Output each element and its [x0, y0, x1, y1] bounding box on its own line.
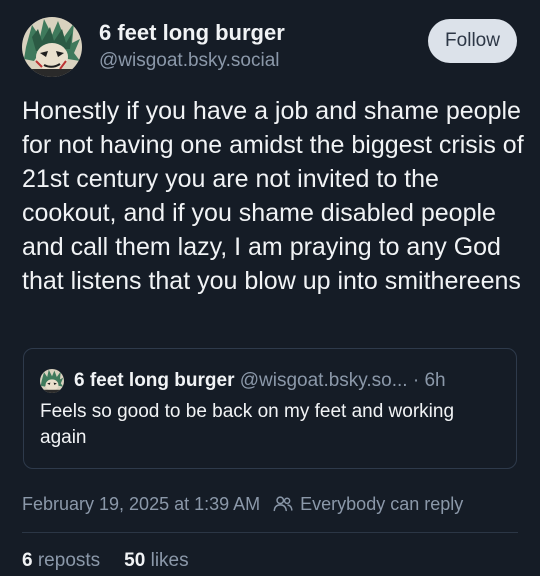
- quoted-post-text: Feels so good to be back on my feet and …: [40, 401, 455, 448]
- likes-count: 50: [124, 550, 146, 571]
- reposts-link[interactable]: 6 reposts: [22, 548, 100, 574]
- reply-setting[interactable]: Everybody can reply: [272, 492, 463, 516]
- quoted-author-handle[interactable]: @wisgoat.bsky.so...: [240, 370, 408, 391]
- likes-link[interactable]: 50 likes: [124, 548, 188, 574]
- people-icon: [273, 496, 293, 512]
- divider: [22, 532, 518, 533]
- reply-setting-label: Everybody can reply: [300, 494, 464, 514]
- post-timestamp: February 19, 2025 at 1:39 AM: [22, 494, 261, 514]
- post-meta: February 19, 2025 at 1:39 AM Everybody c…: [22, 492, 463, 516]
- post-thread-item: 6 feet long burger @wisgoat.bsky.social …: [0, 0, 540, 576]
- post-text: Honestly if you have a job and shame peo…: [22, 97, 524, 295]
- reposts-count: 6: [22, 550, 33, 571]
- reposts-label: reposts: [37, 550, 101, 571]
- likes-label: likes: [150, 550, 189, 571]
- author-display-name[interactable]: 6 feet long burger: [99, 20, 285, 46]
- avatar-illustration: [40, 369, 64, 393]
- author-handle[interactable]: @wisgoat.bsky.social: [99, 50, 280, 72]
- avatar-illustration: [22, 17, 82, 77]
- quoted-post-card[interactable]: 6 feet long burger @wisgoat.bsky.so... ·…: [23, 348, 517, 469]
- author-avatar[interactable]: [22, 17, 82, 77]
- follow-button[interactable]: Follow: [428, 19, 517, 63]
- quoted-author-name[interactable]: 6 feet long burger: [74, 370, 234, 391]
- separator-dot: ·: [412, 370, 420, 391]
- engagement-stats: 6 reposts 50 likes: [22, 548, 213, 574]
- quoted-post-time: 6h: [424, 370, 446, 391]
- quoted-post-header: 6 feet long burger @wisgoat.bsky.so... ·…: [74, 369, 446, 393]
- quoted-author-avatar[interactable]: [40, 369, 64, 393]
